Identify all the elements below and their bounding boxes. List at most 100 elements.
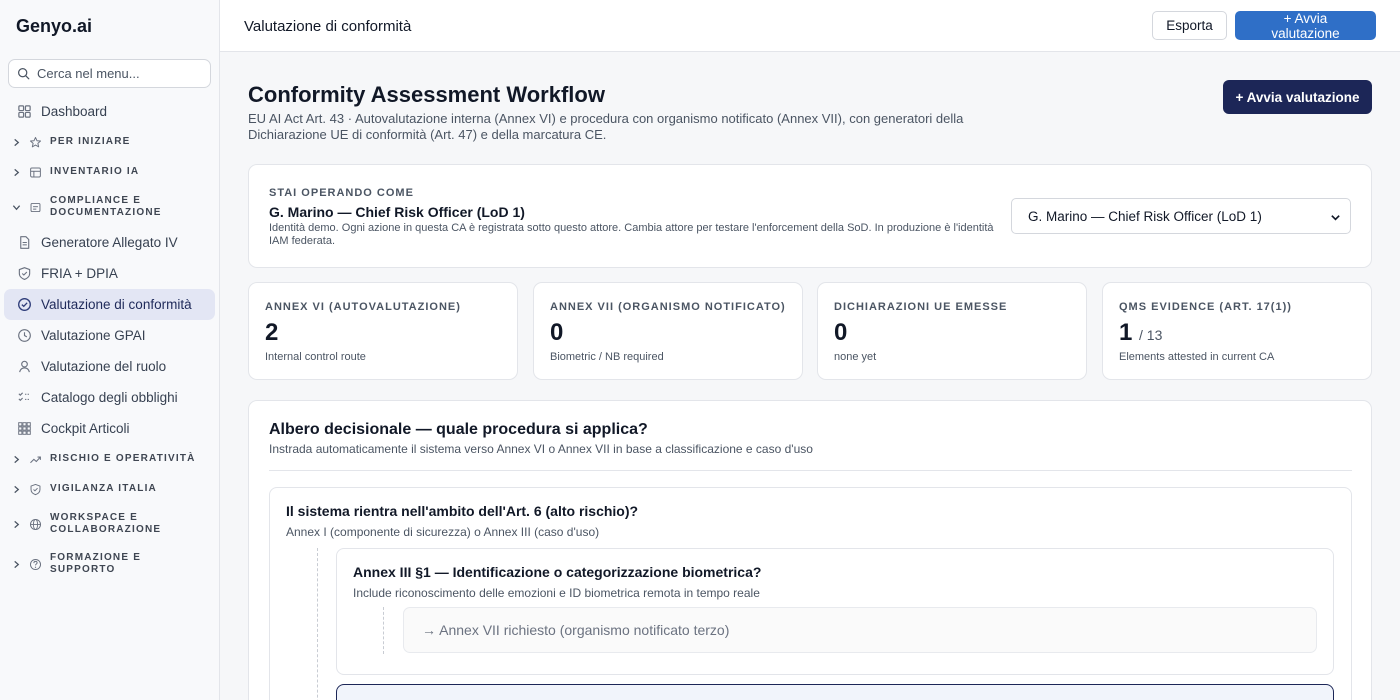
chevron-down-icon [1331, 215, 1340, 221]
divider [269, 470, 1352, 471]
sidebar-group-label: COMPLIANCE E DOCUMENTAZIONE [50, 195, 162, 218]
sidebar-group-label: INVENTARIO IA [50, 166, 140, 177]
globe-icon [28, 517, 42, 531]
user-icon [16, 359, 32, 375]
actor-eyebrow: STAI OPERANDO COME [269, 187, 414, 199]
search-icon [18, 68, 30, 80]
clock-icon [16, 328, 32, 344]
sidebar-item-label: Valutazione del ruolo [41, 359, 167, 374]
export-button[interactable]: Esporta [1152, 11, 1227, 40]
sidebar-group-compliance[interactable]: COMPLIANCE E DOCUMENTAZIONE [0, 187, 219, 227]
sidebar-group-workspace[interactable]: WORKSPACE E COLLABORAZIONE [0, 504, 219, 544]
tree-node-next[interactable] [336, 684, 1334, 700]
menu-search[interactable] [8, 59, 211, 88]
sidebar-group-label: FORMAZIONE E SUPPORTO [50, 552, 142, 575]
topbar-start-assessment-button[interactable]: + Avvia valutazione [1235, 11, 1376, 41]
tree-connector [383, 607, 384, 654]
table-icon [28, 165, 42, 179]
start-assessment-button[interactable]: + Avvia valutazione [1223, 80, 1372, 114]
sidebar-group-label: PER INIZIARE [50, 136, 131, 147]
tree-result-annex-vii[interactable]: → Annex VII richiesto (organismo notific… [403, 607, 1317, 653]
checklist-icon [16, 390, 32, 406]
trend-icon [28, 452, 42, 466]
chevron-right-icon [10, 136, 22, 148]
sidebar-item-label: Dashboard [41, 104, 108, 119]
decision-tree-card: Albero decisionale — quale procedura si … [248, 400, 1372, 700]
sidebar-item-valutazione-conformita[interactable]: Valutazione di conformità [4, 289, 215, 320]
stat-caption: Biometric / NB required [550, 351, 664, 363]
shield-icon [16, 266, 32, 282]
chevron-right-icon [10, 558, 22, 570]
sidebar-item-cockpit-articoli[interactable]: Cockpit Articoli [4, 413, 215, 444]
sidebar-nav: Dashboard PER INIZIARE INVENTARIO IA COM… [0, 96, 219, 584]
stat-caption: Elements attested in current CA [1119, 351, 1275, 363]
chevron-right-icon [10, 166, 22, 178]
shield-check-icon [28, 482, 42, 496]
menu-search-input[interactable] [37, 66, 197, 81]
sidebar-item-allegato-iv[interactable]: Generatore Allegato IV [4, 227, 215, 258]
sidebar-group-per-iniziare[interactable]: PER INIZIARE [0, 127, 219, 157]
sidebar-item-label: Valutazione di conformità [41, 297, 192, 312]
sidebar-item-valutazione-gpai[interactable]: Valutazione GPAI [4, 320, 215, 351]
sidebar-group-formazione[interactable]: FORMAZIONE E SUPPORTO [0, 544, 219, 584]
sidebar: Genyo.ai Dashboard PER INIZIARE INVENTAR… [0, 0, 220, 700]
page-subtitle: EU AI Act Art. 43 · Autovalutazione inte… [248, 111, 964, 142]
stat-label: ANNEX VI (AUTOVALUTAZIONE) [265, 301, 461, 313]
stat-value: 2 [265, 319, 279, 346]
actor-name: G. Marino — Chief Risk Officer (LoD 1) [269, 204, 525, 220]
sidebar-item-catalogo-obblighi[interactable]: Catalogo degli obblighi [4, 382, 215, 413]
tree-question-desc: Include riconoscimento delle emozioni e … [353, 586, 760, 600]
tree-question: Annex III §1 — Identificazione o categor… [353, 564, 762, 580]
decision-tree-subtitle: Instrada automaticamente il sistema vers… [269, 442, 813, 456]
stat-card-qms-evidence: QMS EVIDENCE (ART. 17(1)) 1 / 13 Element… [1102, 282, 1372, 380]
chevron-right-icon [10, 453, 22, 465]
tree-node-art6: Il sistema rientra nell'ambito dell'Art.… [269, 487, 1352, 700]
brand-logo[interactable]: Genyo.ai [0, 0, 219, 52]
stat-card-dichiarazioni: DICHIARAZIONI UE EMESSE 0 none yet [817, 282, 1087, 380]
sidebar-item-label: Catalogo degli obblighi [41, 390, 178, 405]
tree-question: Il sistema rientra nell'ambito dell'Art.… [286, 503, 639, 519]
topbar-title: Valutazione di conformità [244, 18, 412, 35]
tree-node-biometric: Annex III §1 — Identificazione o categor… [336, 548, 1334, 675]
sidebar-item-label: Valutazione GPAI [41, 328, 146, 343]
sidebar-group-label: VIGILANZA ITALIA [50, 483, 157, 494]
folder-icon [28, 200, 42, 214]
main-content: Conformity Assessment Workflow EU AI Act… [220, 52, 1400, 700]
sidebar-group-vigilanza[interactable]: VIGILANZA ITALIA [0, 474, 219, 504]
stat-card-annex-vii: ANNEX VII (ORGANISMO NOTIFICATO) 0 Biome… [533, 282, 803, 380]
topbar: Valutazione di conformità Esporta + Avvi… [220, 0, 1400, 52]
stat-value: 0 [834, 319, 848, 346]
actor-select[interactable]: G. Marino — Chief Risk Officer (LoD 1) [1011, 198, 1351, 234]
stat-label: ANNEX VII (ORGANISMO NOTIFICATO) [550, 301, 786, 313]
grid-icon [16, 421, 32, 437]
star-icon [28, 135, 42, 149]
document-icon [16, 235, 32, 251]
actor-note: Identità demo. Ogni azione in questa CA … [269, 222, 994, 247]
chevron-right-icon [10, 518, 22, 530]
sidebar-group-inventario[interactable]: INVENTARIO IA [0, 157, 219, 187]
page-title: Conformity Assessment Workflow [248, 82, 605, 107]
sidebar-group-rischio[interactable]: RISCHIO E OPERATIVITÀ [0, 444, 219, 474]
grid-icon [16, 104, 32, 120]
stat-caption: none yet [834, 351, 877, 363]
sidebar-group-label: RISCHIO E OPERATIVITÀ [50, 453, 196, 464]
stat-total: / 13 [1139, 327, 1163, 343]
sidebar-item-valutazione-ruolo[interactable]: Valutazione del ruolo [4, 351, 215, 382]
sidebar-item-label: FRIA + DPIA [41, 266, 118, 281]
stat-caption: Internal control route [265, 351, 366, 363]
actor-select-value: G. Marino — Chief Risk Officer (LoD 1) [1028, 208, 1262, 224]
sidebar-item-dashboard[interactable]: Dashboard [4, 96, 215, 127]
sidebar-item-label: Generatore Allegato IV [41, 235, 178, 250]
decision-tree-title: Albero decisionale — quale procedura si … [269, 421, 648, 438]
stat-label: DICHIARAZIONI UE EMESSE [834, 301, 1008, 313]
tree-connector [317, 548, 318, 700]
actor-card: STAI OPERANDO COME G. Marino — Chief Ris… [248, 164, 1372, 268]
chevron-down-icon [10, 201, 22, 213]
chevron-right-icon [10, 483, 22, 495]
sidebar-group-label: WORKSPACE E COLLABORAZIONE [50, 512, 162, 535]
sidebar-item-fria-dpia[interactable]: FRIA + DPIA [4, 258, 215, 289]
stat-label: QMS EVIDENCE (ART. 17(1)) [1119, 301, 1292, 313]
sidebar-item-label: Cockpit Articoli [41, 421, 130, 436]
check-circle-icon [16, 297, 32, 313]
tree-question-desc: Annex I (componente di sicurezza) o Anne… [286, 525, 600, 539]
